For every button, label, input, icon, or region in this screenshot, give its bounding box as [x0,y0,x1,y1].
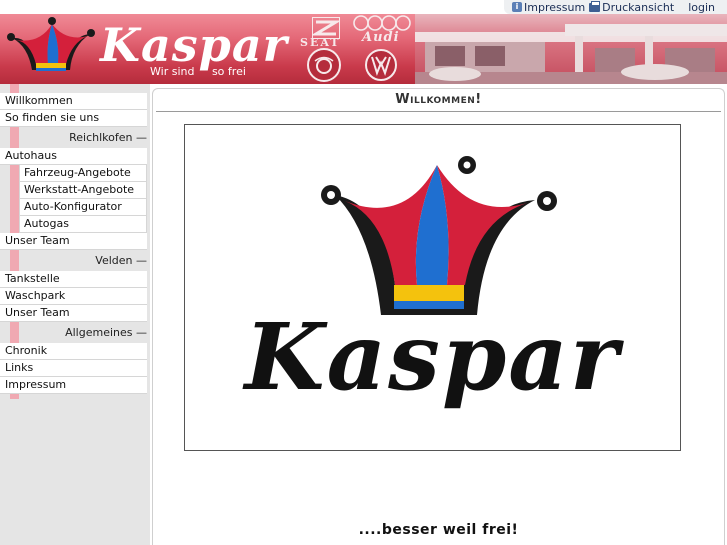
nav-autogas[interactable]: Autogas [19,216,147,233]
nav-tankstelle[interactable]: Tankstelle [0,271,147,288]
print-view-label: Druckansicht [602,0,675,14]
login-link[interactable]: login [688,1,715,14]
jester-hat-logo[interactable] [0,14,100,84]
info-icon: i [512,2,523,12]
tagline: ....besser weil frei! [358,522,519,538]
top-links: i Impressum Druckansicht login [504,0,727,14]
section-reichlkofen-label: Reichlkofen — [67,131,147,144]
nav-autohaus[interactable]: Autohaus [0,148,147,165]
nav-waschpark[interactable]: Waschpark [0,288,147,305]
header-banner: Kaspar Wir sind so frei SEAT Audi [0,14,727,84]
impressum-label: Impressum [524,0,586,14]
dealership-illustration [415,24,727,84]
section-allgemeines: Allgemeines — [0,322,150,343]
brand-logos: SEAT Audi [300,14,420,84]
section-velden: Velden — [0,250,150,271]
audi-text: Audi [362,30,400,45]
nav-auto-konfigurator[interactable]: Auto-Konfigurator [19,199,147,216]
section-allgemeines-label: Allgemeines — [63,326,147,339]
page-title: Willkommen! [395,92,482,107]
dealership-photo [415,14,727,84]
slogan: Wir sind so frei [150,65,260,78]
title-divider [156,111,721,112]
kaspar-logo-text: Kaspar [244,303,621,411]
brand-name: Kaspar [100,18,288,72]
slogan-right: so frei [211,65,246,78]
impressum-link[interactable]: i Impressum [512,1,585,14]
sidebar-nav: Willkommen So finden sie uns Reichlkofen… [0,93,150,394]
nav-fahrzeug-angebote[interactable]: Fahrzeug-Angebote [19,165,147,182]
printer-icon [589,0,601,12]
nav-links[interactable]: Links [0,360,147,377]
nav-willkommen[interactable]: Willkommen [0,93,147,110]
nav-unser-team-reichlkofen[interactable]: Unser Team [0,233,147,250]
kaspar-logo-box: Kaspar [184,124,681,451]
sidebar: Willkommen So finden sie uns Reichlkofen… [0,84,150,545]
slogan-left: Wir sind [150,65,195,78]
nav-so-finden-sie-uns[interactable]: So finden sie uns [0,110,147,127]
skoda-logo-icon [307,48,341,82]
main-content: Willkommen! Kaspar ....besser weil frei! [150,84,727,545]
nav-impressum[interactable]: Impressum [0,377,147,394]
top-utility-bar: i Impressum Druckansicht login [0,0,727,14]
vw-logo-icon [365,49,397,81]
section-reichlkofen: Reichlkofen — [0,127,150,148]
nav-werkstatt-angebote[interactable]: Werkstatt-Angebote [19,182,147,199]
nav-chronik[interactable]: Chronik [0,343,147,360]
nav-unser-team-velden[interactable]: Unser Team [0,305,147,322]
section-velden-label: Velden — [93,254,147,267]
print-view-link[interactable]: Druckansicht [589,0,675,14]
